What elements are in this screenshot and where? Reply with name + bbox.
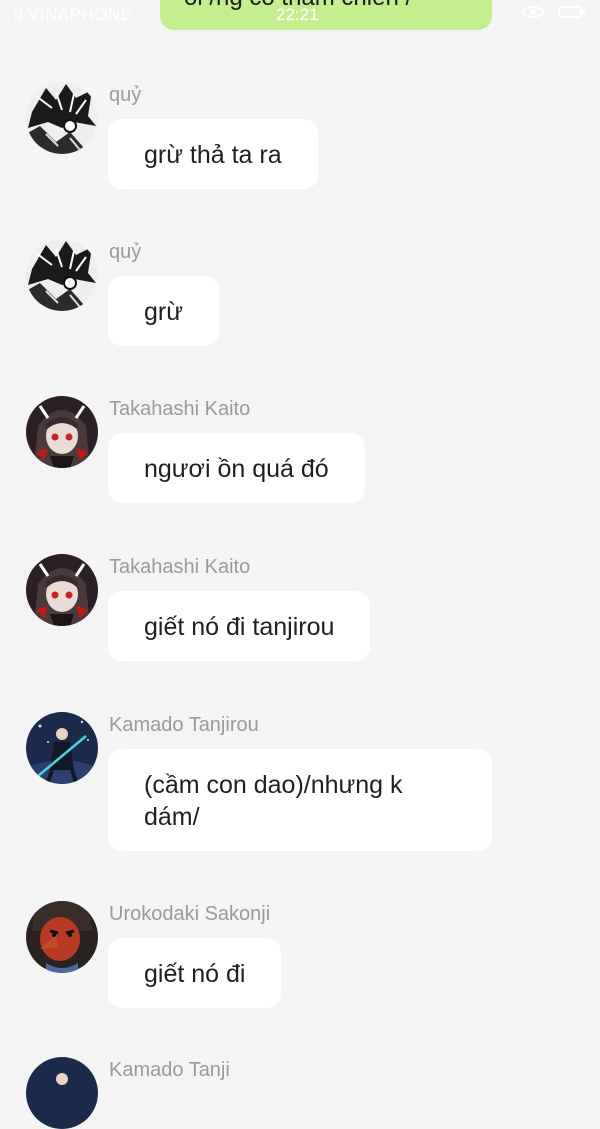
avatar[interactable] <box>26 1057 98 1129</box>
sender-name: Kamado Tanjirou <box>109 714 259 736</box>
message-bubble[interactable]: giết nó đi tanjirou <box>108 591 371 661</box>
avatar[interactable] <box>26 396 98 468</box>
eye-icon <box>522 6 544 18</box>
avatar[interactable] <box>26 554 98 626</box>
avatar[interactable] <box>26 901 98 973</box>
message-bubble[interactable]: (cầm con dao)/nhưng k dám/ <box>108 749 492 851</box>
clock: 22:21 <box>276 5 319 24</box>
carrier-label: .ıl VINAPHONE <box>8 5 133 24</box>
sender-name: quỷ <box>109 241 142 263</box>
status-icons <box>522 6 585 18</box>
sender-name: Takahashi Kaito <box>109 556 251 578</box>
avatar[interactable] <box>26 239 98 311</box>
night-swordsman-avatar-icon <box>26 1057 98 1129</box>
sender-name: Urokodaki Sakonji <box>109 903 271 925</box>
sender-name: Kamado Tanji <box>109 1059 230 1081</box>
sender-name: Takahashi Kaito <box>109 398 251 420</box>
manga-demon-avatar-icon <box>26 239 98 311</box>
dark-hooded-girl-avatar-icon <box>26 554 98 626</box>
sender-name: quỷ <box>109 84 142 106</box>
avatar[interactable] <box>26 82 98 154</box>
battery-icon <box>558 6 585 18</box>
message-bubble[interactable]: grừ thả ta ra <box>108 119 318 189</box>
avatar[interactable] <box>26 712 98 784</box>
red-tengu-mask-avatar-icon <box>26 901 98 973</box>
dark-hooded-girl-avatar-icon <box>26 396 98 468</box>
message-bubble[interactable]: grừ <box>108 276 219 346</box>
manga-demon-avatar-icon <box>26 82 98 154</box>
message-bubble[interactable]: giết nó đi <box>108 938 282 1008</box>
status-bar: .ıl VINAPHONE 22:21 <box>0 0 600 32</box>
message-bubble[interactable]: ngươi ồn quá đó <box>108 433 365 503</box>
night-swordsman-avatar-icon <box>26 712 98 784</box>
